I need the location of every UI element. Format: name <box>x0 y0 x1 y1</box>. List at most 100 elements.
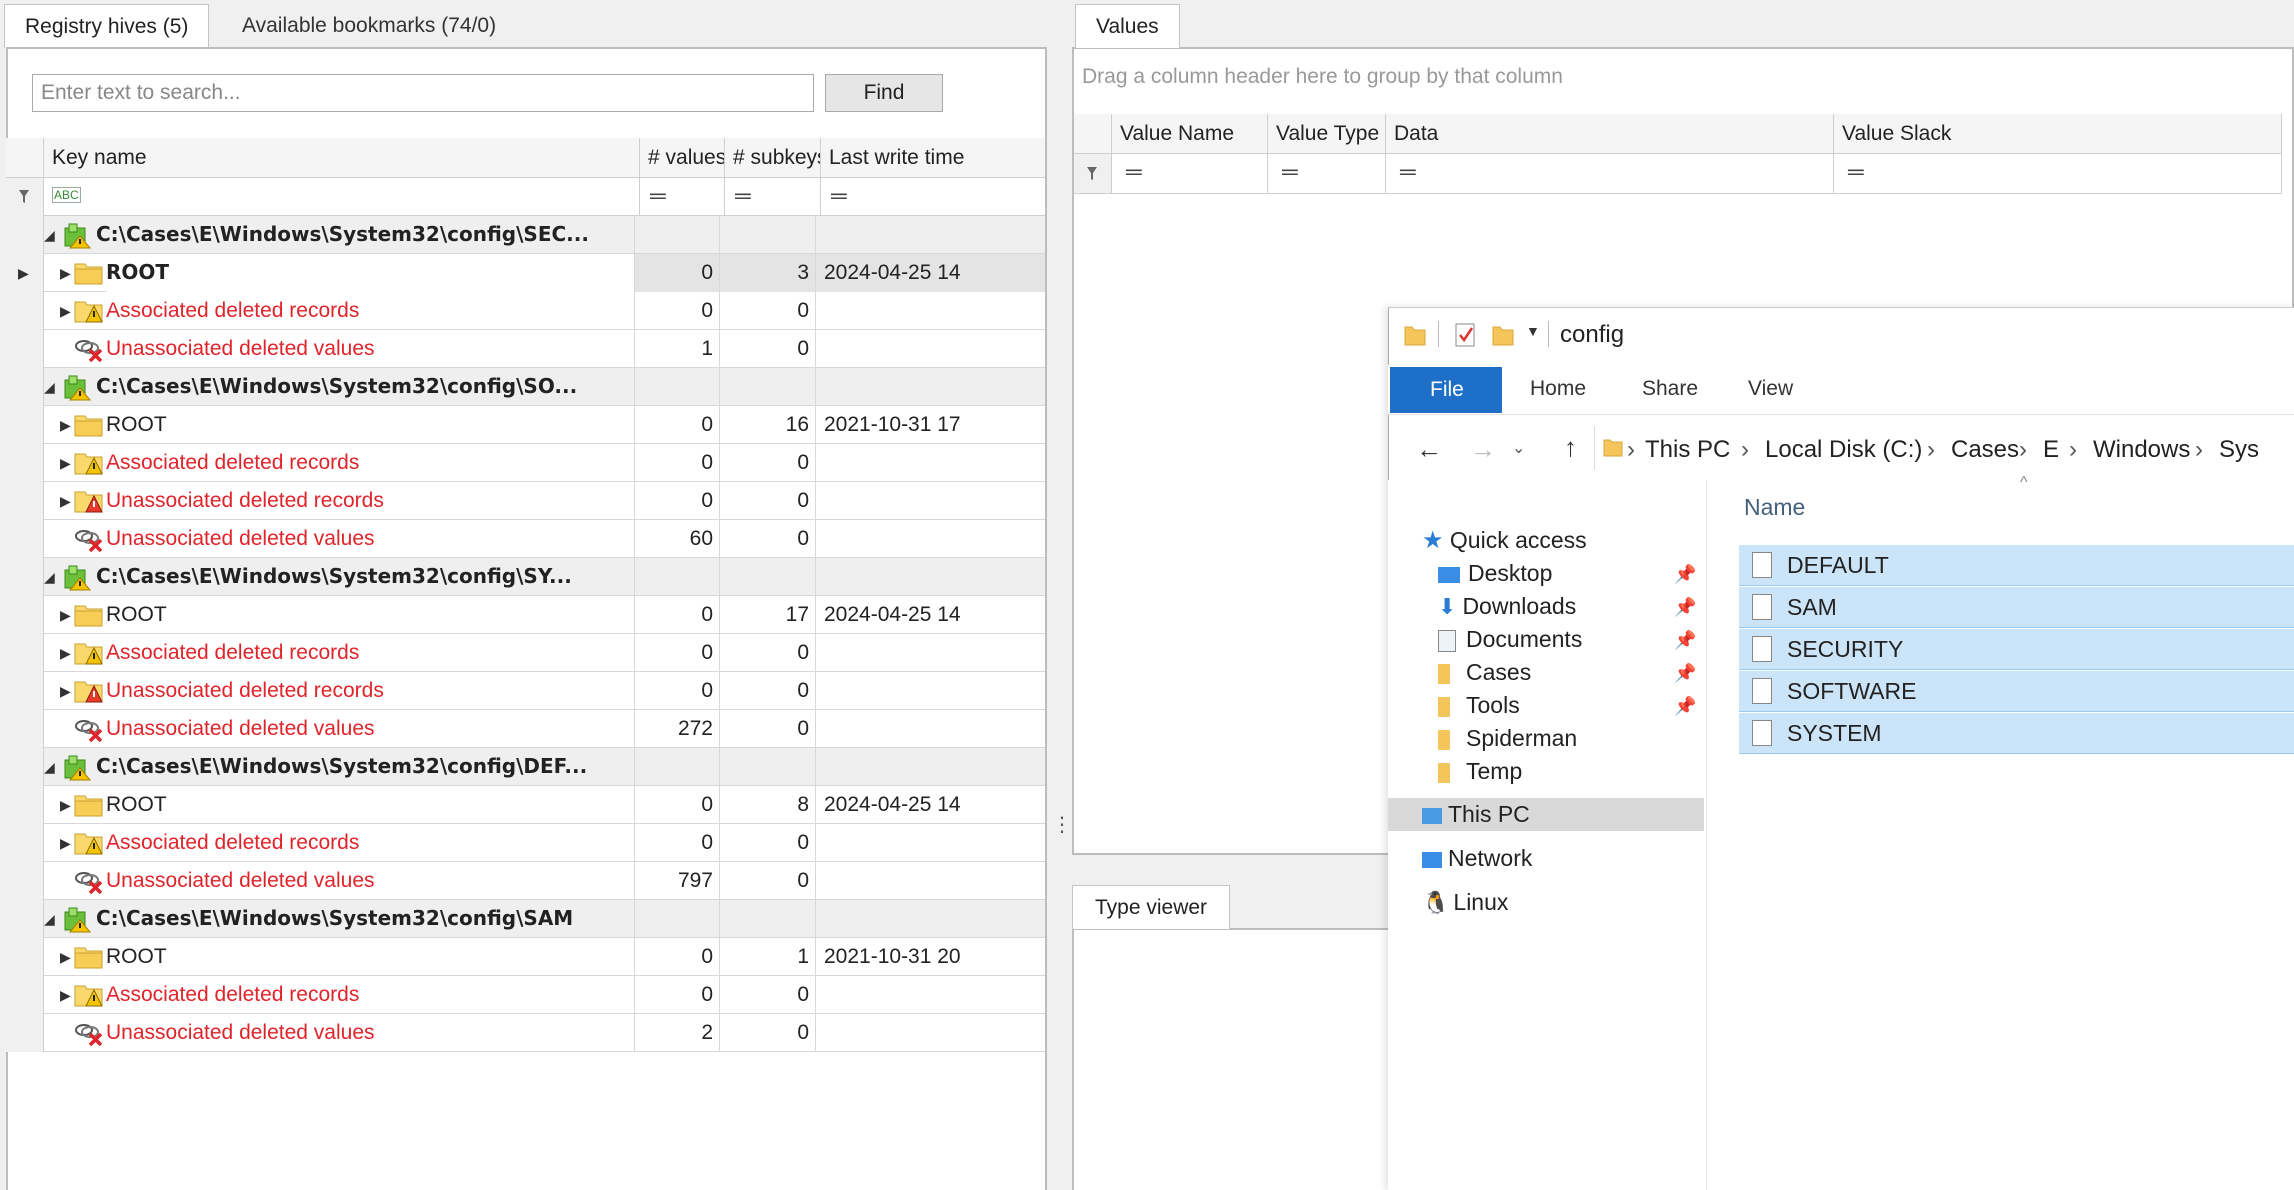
hive-row[interactable]: ◢ C:\Cases\E\Windows\System32\config\SY..… <box>6 558 1045 596</box>
expand-triangle-icon[interactable]: ▶ <box>60 634 71 672</box>
collapse-triangle-icon[interactable]: ◢ <box>44 216 55 254</box>
collapse-triangle-icon[interactable]: ◢ <box>44 558 55 596</box>
filter-value-slack[interactable]: ═ <box>1834 154 2282 194</box>
column-header-name[interactable]: Name <box>1744 494 1805 521</box>
key-name: C:\Cases\E\Windows\System32\config\SO... <box>96 374 578 398</box>
up-arrow-icon[interactable]: ↑ <box>1564 432 1577 463</box>
expand-triangle-icon[interactable]: ▶ <box>60 938 71 976</box>
breadcrumb-e[interactable]: E <box>2043 436 2059 464</box>
table-row[interactable]: ▶ ROOT 0 8 2024-04-25 14 <box>6 786 1045 824</box>
search-input[interactable]: Enter text to search... <box>32 74 814 112</box>
back-arrow-icon[interactable]: ← <box>1416 434 1442 465</box>
filter-values[interactable]: ═ <box>640 178 725 216</box>
expand-triangle-icon[interactable]: ▶ <box>60 596 71 634</box>
table-row[interactable]: ▶ Associated deleted records 0 0 <box>6 634 1045 672</box>
hive-row[interactable]: ◢ C:\Cases\E\Windows\System32\config\SEC.… <box>6 216 1045 254</box>
column-header-key-name[interactable]: Key name <box>44 138 640 178</box>
collapse-triangle-icon[interactable]: ◢ <box>44 748 55 786</box>
tab-registry-hives[interactable]: Registry hives (5) <box>4 4 210 48</box>
table-row[interactable]: Unassociated deleted values 60 0 <box>6 520 1045 558</box>
table-row[interactable]: ▶ Associated deleted records 0 0 <box>6 976 1045 1014</box>
quick-access-toolbar-dropdown-icon[interactable]: ▼ <box>1526 323 1540 339</box>
collapse-triangle-icon[interactable]: ◢ <box>44 368 55 406</box>
table-row[interactable]: ▶ Associated deleted records 0 0 <box>6 824 1045 862</box>
registry-grid: Key name # values # subkeys Last write t… <box>6 138 1045 1058</box>
expand-triangle-icon[interactable]: ▶ <box>60 672 71 710</box>
column-header-values[interactable]: # values <box>640 138 725 178</box>
tab-available-bookmarks[interactable]: Available bookmarks (74/0) <box>222 4 516 48</box>
file-item-default[interactable]: DEFAULT <box>1739 545 2294 586</box>
breadcrumb-windows[interactable]: Windows <box>2093 436 2190 464</box>
pin-icon[interactable]: 📌 <box>1674 663 1696 684</box>
hive-row[interactable]: ◢ C:\Cases\E\Windows\System32\config\DEF.… <box>6 748 1045 786</box>
table-row[interactable]: ▶ ▶ ROOT 0 3 2024-04-25 14 <box>6 254 1045 292</box>
expand-triangle-icon[interactable]: ▶ <box>60 444 71 482</box>
expand-triangle-icon[interactable]: ▶ <box>60 406 71 444</box>
hive-row[interactable]: ◢ C:\Cases\E\Windows\System32\config\SO..… <box>6 368 1045 406</box>
expand-triangle-icon[interactable]: ▶ <box>60 786 71 824</box>
group-by-hint[interactable]: Drag a column header here to group by th… <box>1082 65 1563 89</box>
nav-this-pc[interactable]: This PC <box>1388 798 1704 831</box>
table-row[interactable]: ▶ Associated deleted records 0 0 <box>6 444 1045 482</box>
find-button[interactable]: Find <box>825 74 943 112</box>
values-count: 0 <box>634 482 719 520</box>
pin-icon[interactable]: 📌 <box>1674 597 1696 618</box>
breadcrumb-system32[interactable]: Sys <box>2219 436 2259 464</box>
expand-triangle-icon[interactable]: ▶ <box>60 482 71 520</box>
ribbon-tab-view[interactable]: View <box>1748 365 1793 413</box>
filter-last-write-time[interactable]: ═ <box>821 178 1045 216</box>
table-row[interactable]: Unassociated deleted values 272 0 <box>6 710 1045 748</box>
column-header-last-write-time[interactable]: Last write time <box>821 138 1045 178</box>
filter-key-name[interactable]: ABC <box>44 178 640 216</box>
table-row[interactable]: ▶ Unassociated deleted records 0 0 <box>6 672 1045 710</box>
ribbon-tab-home[interactable]: Home <box>1530 365 1586 413</box>
ribbon-tab-file[interactable]: File <box>1390 367 1502 413</box>
tab-values[interactable]: Values <box>1075 4 1180 48</box>
table-row[interactable]: ▶ ROOT 0 1 2021-10-31 20 <box>6 938 1045 976</box>
breadcrumb-this-pc[interactable]: This PC <box>1645 436 1730 464</box>
table-row[interactable]: Unassociated deleted values 2 0 <box>6 1014 1045 1052</box>
pin-icon[interactable]: 📌 <box>1674 696 1696 717</box>
file-item-software[interactable]: SOFTWARE <box>1739 671 2294 712</box>
tab-type-viewer[interactable]: Type viewer <box>1072 885 1231 929</box>
breadcrumb-cases[interactable]: Cases <box>1951 436 2019 464</box>
properties-icon[interactable] <box>1454 321 1478 349</box>
nav-network[interactable]: Network <box>1422 836 1532 880</box>
expand-triangle-icon[interactable]: ▶ <box>60 824 71 862</box>
ribbon-tab-share[interactable]: Share <box>1642 365 1698 413</box>
file-item-system[interactable]: SYSTEM <box>1739 713 2294 754</box>
address-bar[interactable]: › This PC › Local Disk (C:) › Cases › E … <box>1594 426 2294 470</box>
table-row[interactable]: ▶ Unassociated deleted records 0 0 <box>6 482 1045 520</box>
new-folder-icon[interactable] <box>1492 323 1514 347</box>
column-header-value-type[interactable]: Value Type <box>1268 114 1386 154</box>
table-row[interactable]: Unassociated deleted values 797 0 <box>6 862 1045 900</box>
filter-value-type[interactable]: ═ <box>1268 154 1386 194</box>
pin-icon[interactable]: 📌 <box>1674 630 1696 651</box>
filter-subkeys[interactable]: ═ <box>725 178 821 216</box>
column-header-data[interactable]: Data <box>1386 114 1834 154</box>
file-item-security[interactable]: SECURITY <box>1739 629 2294 670</box>
nav-linux[interactable]: 🐧 Linux <box>1422 880 1508 924</box>
splitter-grip[interactable]: ⋮ <box>1052 815 1072 860</box>
filter-data[interactable]: ═ <box>1386 154 1834 194</box>
pin-icon[interactable]: 📌 <box>1674 564 1696 585</box>
column-header-subkeys[interactable]: # subkeys <box>725 138 821 178</box>
collapse-triangle-icon[interactable]: ◢ <box>44 900 55 938</box>
table-row[interactable]: ▶ ROOT 0 17 2024-04-25 14 <box>6 596 1045 634</box>
recent-locations-chevron-icon[interactable]: ⌄ <box>1512 438 1525 458</box>
column-header-value-name[interactable]: Value Name <box>1112 114 1268 154</box>
breadcrumb-local-disk[interactable]: Local Disk (C:) <box>1765 436 1922 464</box>
forward-arrow-icon[interactable]: → <box>1470 434 1496 465</box>
key-name: Associated deleted records <box>106 641 360 664</box>
table-row[interactable]: Unassociated deleted values 1 0 <box>6 330 1045 368</box>
file-item-sam[interactable]: SAM <box>1739 587 2294 628</box>
hive-row[interactable]: ◢ C:\Cases\E\Windows\System32\config\SAM <box>6 900 1045 938</box>
nav-temp[interactable]: Temp <box>1438 749 1522 793</box>
table-row[interactable]: ▶ Associated deleted records 0 0 <box>6 292 1045 330</box>
expand-triangle-icon[interactable]: ▶ <box>60 254 71 292</box>
filter-value-name[interactable]: ═ <box>1112 154 1268 194</box>
expand-triangle-icon[interactable]: ▶ <box>60 292 71 330</box>
expand-triangle-icon[interactable]: ▶ <box>60 976 71 1014</box>
table-row[interactable]: ▶ ROOT 0 16 2021-10-31 17 <box>6 406 1045 444</box>
column-header-value-slack[interactable]: Value Slack <box>1834 114 2282 154</box>
